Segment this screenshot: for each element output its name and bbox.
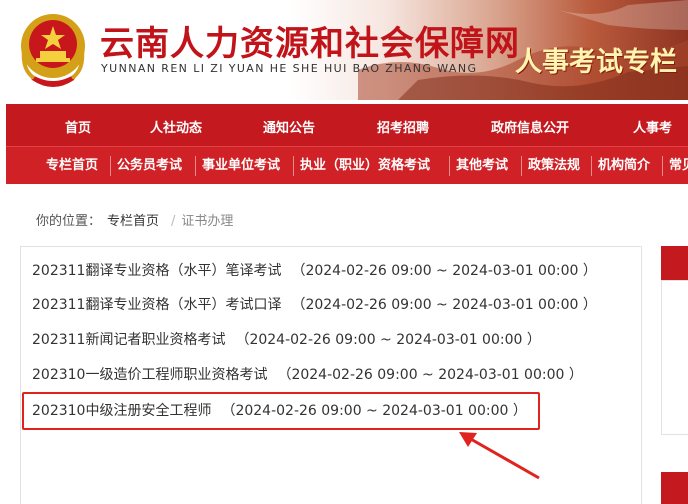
list-item-title[interactable]: 202310一级造价工程师职业资格考试 xyxy=(32,367,267,383)
site-subtitle: YUNNAN REN LI ZI YUAN HE SHE HUI BAO ZHA… xyxy=(101,62,478,75)
list-item-title[interactable]: 202311翻译专业资格（水平）考试口译 xyxy=(32,297,281,313)
main-nav-notices[interactable]: 通知公告 xyxy=(263,117,315,136)
list-item[interactable]: 202311翻译专业资格（水平）考试口译 （2024-02-26 09:00 ~ … xyxy=(32,294,597,314)
column-title: 人事考试专栏 xyxy=(515,47,677,78)
main-nav: 首页 人社动态 通知公告 招考招聘 政府信息公开 人事考 xyxy=(6,104,688,146)
list-item-time: （2024-02-26 09:00 ~ 2024-03-01 00:00 ） xyxy=(277,367,583,383)
main-nav-gov-info[interactable]: 政府信息公开 xyxy=(491,117,569,136)
sub-nav: 专栏首页 公务员考试 事业单位考试 执业（职业）资格考试 其他考试 政策法规 机… xyxy=(6,146,688,184)
sub-nav-column-home[interactable]: 专栏首页 xyxy=(46,147,98,185)
list-item[interactable]: 202310一级造价工程师职业资格考试 （2024-02-26 09:00 ~ 2… xyxy=(32,364,583,384)
breadcrumb-separator: / xyxy=(171,214,176,229)
sub-nav-divider xyxy=(110,156,111,176)
sub-nav-divider xyxy=(195,156,196,176)
sub-nav-other-exams[interactable]: 其他考试 xyxy=(456,147,508,185)
sub-nav-divider xyxy=(449,156,450,176)
highlight-box xyxy=(22,392,540,430)
main-nav-recruitment[interactable]: 招考招聘 xyxy=(377,117,429,136)
list-item[interactable]: 202311新闻记者职业资格考试 （2024-02-26 09:00 ~ 2024… xyxy=(32,329,541,349)
page-root: { "header": { "site_title": "云南人力资源和社会保障… xyxy=(0,0,688,504)
annotation-arrow-icon xyxy=(459,432,540,480)
side-panel-header-2 xyxy=(661,472,688,504)
list-item-title[interactable]: 202311翻译专业资格（水平）笔译考试 xyxy=(32,263,281,279)
side-panel-body xyxy=(661,280,688,435)
sub-nav-qualification[interactable]: 执业（职业）资格考试 xyxy=(300,147,430,185)
list-item[interactable]: 202311翻译专业资格（水平）笔译考试 （2024-02-26 09:00 ~ … xyxy=(32,260,597,280)
header-banner: 云南人力资源和社会保障网 YUNNAN REN LI ZI YUAN HE SH… xyxy=(0,0,688,100)
main-nav-personnel-exam[interactable]: 人事考 xyxy=(633,117,672,136)
sub-nav-divider xyxy=(662,156,663,176)
sub-nav-faq[interactable]: 常见 xyxy=(669,147,688,185)
breadcrumb: 你的位置： 专栏首页 / 证书办理 xyxy=(36,210,239,229)
breadcrumb-prefix: 你的位置： xyxy=(36,214,102,229)
side-panel-header xyxy=(661,246,688,280)
sub-nav-divider xyxy=(293,156,294,176)
sub-nav-divider xyxy=(591,156,592,176)
sub-nav-about[interactable]: 机构简介 xyxy=(598,147,650,185)
main-nav-home[interactable]: 首页 xyxy=(65,117,91,136)
breadcrumb-current: 证书办理 xyxy=(181,214,234,229)
breadcrumb-home-link[interactable]: 专栏首页 xyxy=(107,214,159,229)
sub-nav-public-institution[interactable]: 事业单位考试 xyxy=(202,147,280,185)
sub-nav-policies[interactable]: 政策法规 xyxy=(528,147,580,185)
list-item-time: （2024-02-26 09:00 ~ 2024-03-01 00:00 ） xyxy=(291,263,597,279)
site-title: 云南人力资源和社会保障网 xyxy=(100,24,520,64)
main-nav-news[interactable]: 人社动态 xyxy=(150,117,202,136)
sub-nav-divider xyxy=(521,156,522,176)
list-item-time: （2024-02-26 09:00 ~ 2024-03-01 00:00 ） xyxy=(291,297,597,313)
national-emblem-icon xyxy=(21,14,85,87)
sub-nav-civil-service[interactable]: 公务员考试 xyxy=(117,147,182,185)
list-item-time: （2024-02-26 09:00 ~ 2024-03-01 00:00 ） xyxy=(235,332,541,348)
list-item-title[interactable]: 202311新闻记者职业资格考试 xyxy=(32,332,225,348)
